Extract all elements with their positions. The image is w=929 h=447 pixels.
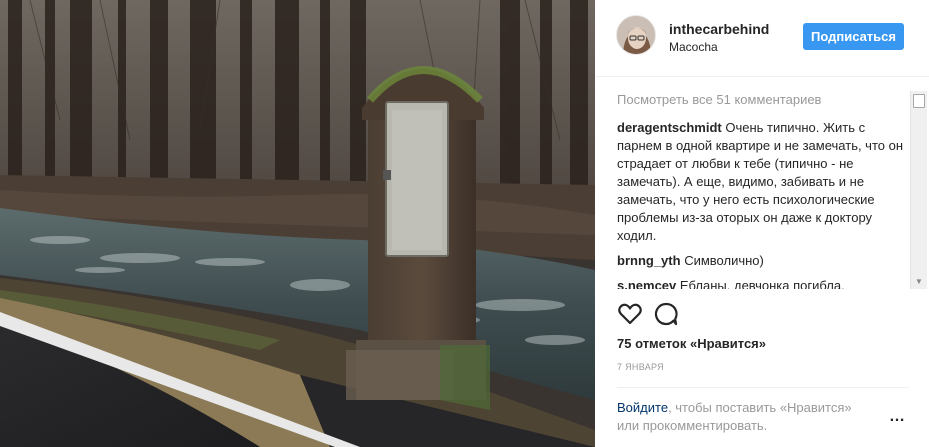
likes-count[interactable]: 75 отметок «Нравится»	[617, 336, 766, 351]
login-prompt: Войдите, чтобы поставить «Нравится» или …	[617, 399, 877, 435]
username-link[interactable]: inthecarbehind	[669, 21, 769, 37]
ellipsis-icon[interactable]: …	[889, 409, 907, 425]
user-avatar[interactable]	[616, 15, 656, 55]
like-button[interactable]	[617, 301, 643, 327]
scroll-down-arrow-icon[interactable]: ▼	[911, 275, 927, 289]
comment-author[interactable]: s.nemcev	[617, 278, 676, 289]
view-all-comments-link[interactable]: Посмотреть все 51 комментариев	[617, 91, 909, 109]
post-side-panel: inthecarbehind Macocha Подписаться Посмо…	[595, 0, 929, 447]
heart-icon	[618, 303, 642, 325]
comment-author[interactable]: brnng_yth	[617, 253, 681, 268]
comment-bubble-icon	[654, 302, 678, 326]
divider	[617, 387, 909, 388]
post-photo[interactable]	[0, 0, 595, 447]
avatar-image	[617, 16, 655, 54]
comments-scrollbar[interactable]: ▲ ▼	[910, 91, 927, 289]
login-link[interactable]: Войдите	[617, 400, 668, 415]
follow-button[interactable]: Подписаться	[803, 23, 904, 50]
location-link[interactable]: Macocha	[669, 40, 718, 54]
comment-item: deragentschmidt Очень типично. Жить с па…	[617, 119, 909, 245]
comment-author[interactable]: deragentschmidt	[617, 120, 722, 135]
comment-item: brnng_yth Символично)	[617, 252, 909, 270]
comment-text: Очень типично. Жить с парнем в одной ква…	[617, 120, 904, 243]
scrollbar-thumb[interactable]	[913, 94, 925, 108]
comment-text: Ебланы, девчонка погибла,	[679, 278, 845, 289]
comments-list[interactable]: Посмотреть все 51 комментариев deragents…	[617, 91, 909, 289]
post-date[interactable]: 7 января	[617, 362, 664, 372]
comment-item: s.nemcev Ебланы, девчонка погибла,	[617, 277, 909, 289]
comment-button[interactable]	[653, 301, 679, 327]
post-header: inthecarbehind Macocha Подписаться	[595, 0, 929, 77]
comment-text: Символично)	[684, 253, 764, 268]
forest-river-photo	[0, 0, 595, 447]
